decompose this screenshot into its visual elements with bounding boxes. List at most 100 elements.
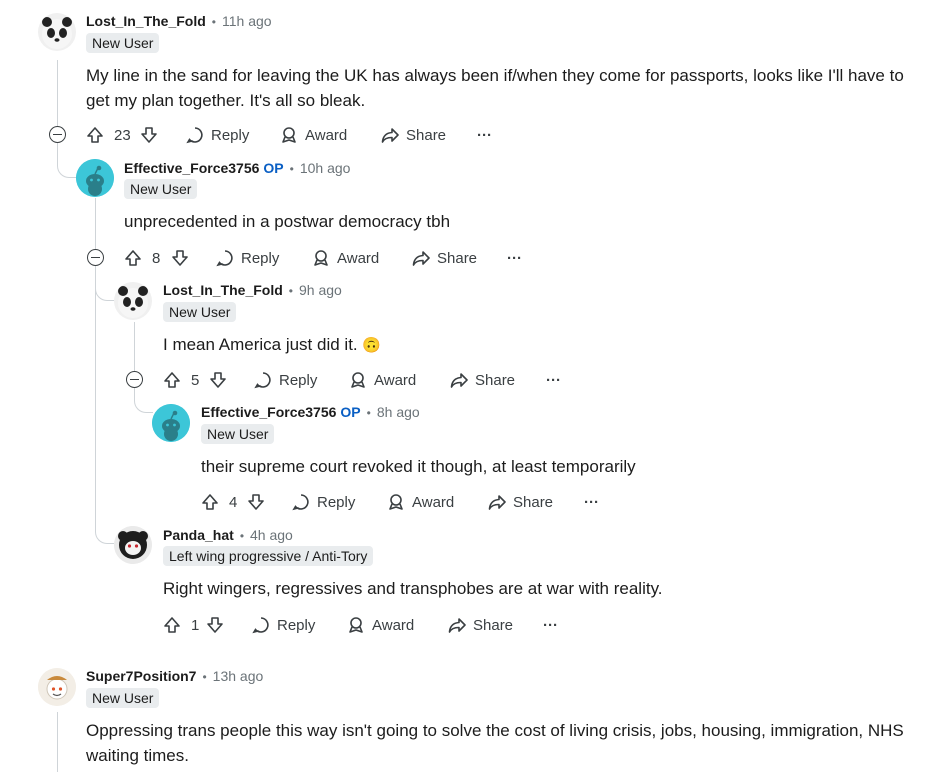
award-icon <box>349 617 363 633</box>
collapse-icon[interactable] <box>87 249 104 266</box>
more-button[interactable]: ··· <box>507 246 522 270</box>
share-button[interactable]: Share <box>412 246 477 270</box>
more-button[interactable]: ··· <box>477 123 492 147</box>
user-flair: New User <box>163 302 237 322</box>
comment-line: waiting times. <box>86 745 189 765</box>
username[interactable]: Effective_Force3756 <box>201 404 336 420</box>
timestamp[interactable]: 10h ago <box>300 160 351 176</box>
award-button[interactable]: Award <box>280 123 347 147</box>
downvote-icon <box>207 617 223 633</box>
thread-elbow <box>95 500 114 544</box>
avatar[interactable] <box>114 526 152 564</box>
more-icon: ··· <box>546 371 561 389</box>
reply-icon <box>254 372 271 389</box>
award-icon <box>282 127 296 143</box>
username[interactable]: Lost_In_The_Fold <box>163 282 283 298</box>
award-button[interactable]: Award <box>312 246 379 270</box>
downvote-button[interactable] <box>206 613 224 637</box>
collapse-icon[interactable] <box>49 126 66 143</box>
timestamp[interactable]: 9h ago <box>299 282 342 298</box>
share-button[interactable]: Share <box>488 490 553 514</box>
comment-actions: 5 Reply Award Share ··· <box>163 368 583 392</box>
comment-header: Panda_hat • 4h ago <box>163 526 293 545</box>
reply-icon <box>186 127 203 144</box>
share-button[interactable]: Share <box>448 613 513 637</box>
op-badge: OP <box>340 404 361 420</box>
reply-button[interactable]: Reply <box>254 368 317 392</box>
comment-line: I mean America just did it. <box>163 335 358 354</box>
more-button[interactable]: ··· <box>584 490 599 514</box>
panda-avatar-icon <box>42 17 72 49</box>
separator-dot: • <box>366 406 371 420</box>
timestamp[interactable]: 4h ago <box>250 527 293 543</box>
more-button[interactable]: ··· <box>546 368 561 392</box>
separator-dot: • <box>211 15 216 29</box>
share-icon <box>450 373 468 388</box>
separator-dot: • <box>289 162 294 176</box>
comment-actions: 23 Reply Award Share ··· <box>86 123 526 147</box>
username[interactable]: Panda_hat <box>163 527 234 543</box>
downvote-button[interactable] <box>247 490 265 514</box>
downvote-button[interactable] <box>209 368 227 392</box>
award-button[interactable]: Award <box>349 368 416 392</box>
upvote-icon <box>125 250 141 266</box>
timestamp[interactable]: 8h ago <box>377 404 420 420</box>
timestamp[interactable]: 11h ago <box>222 13 272 29</box>
downvote-icon <box>172 250 188 266</box>
reply-button[interactable]: Reply <box>292 490 355 514</box>
separator-dot: • <box>239 529 245 543</box>
thread-line <box>95 268 96 528</box>
comment-body: their supreme court revoked it though, a… <box>201 455 636 480</box>
downvote-button[interactable] <box>171 246 189 270</box>
upvote-button[interactable] <box>163 368 181 392</box>
vote-count: 23 <box>114 126 131 144</box>
award-button[interactable]: Award <box>387 490 454 514</box>
upvote-button[interactable] <box>124 246 142 270</box>
upvote-button[interactable] <box>86 123 104 147</box>
username[interactable]: Effective_Force3756 <box>124 160 259 176</box>
separator-dot: • <box>202 670 207 684</box>
separator-dot: • <box>288 284 293 298</box>
comment-line: their supreme court revoked it though, a… <box>201 457 636 476</box>
downvote-button[interactable] <box>140 123 158 147</box>
more-icon: ··· <box>507 249 522 267</box>
thread-line <box>57 712 58 772</box>
share-icon <box>488 495 506 510</box>
user-flair: Left wing progressive / Anti-Tory <box>163 546 374 566</box>
downvote-icon <box>210 372 226 388</box>
upvote-button[interactable] <box>163 613 181 637</box>
share-button[interactable]: Share <box>450 368 515 392</box>
snoo-avatar-icon <box>38 668 76 706</box>
reply-button[interactable]: Reply <box>186 123 249 147</box>
reply-button[interactable]: Reply <box>216 246 279 270</box>
reply-button[interactable]: Reply <box>252 613 315 637</box>
more-icon: ··· <box>543 616 558 634</box>
timestamp[interactable]: 13h ago <box>213 668 264 684</box>
avatar[interactable] <box>38 13 76 51</box>
upvote-button[interactable] <box>201 490 219 514</box>
comment-header: Super7Position7 • 13h ago <box>86 667 263 686</box>
avatar[interactable] <box>76 159 114 197</box>
avatar[interactable] <box>38 668 76 706</box>
username[interactable]: Super7Position7 <box>86 668 196 684</box>
award-icon <box>314 250 328 266</box>
comment-line: Oppressing trans people this way isn't g… <box>86 721 904 740</box>
avatar[interactable] <box>114 282 152 320</box>
share-button[interactable]: Share <box>381 123 446 147</box>
user-flair: New User <box>86 33 160 53</box>
more-button[interactable]: ··· <box>543 613 558 637</box>
comment-actions: 4 Reply Award Share ··· <box>201 490 621 514</box>
comment-actions: 8 Reply Award Share ··· <box>124 246 544 270</box>
emoji: 🙃 <box>362 337 382 354</box>
thread-elbow <box>134 388 153 413</box>
username[interactable]: Lost_In_The_Fold <box>86 13 206 29</box>
comment-body: I mean America just did it. 🙃 <box>163 333 381 359</box>
upvote-icon <box>164 372 180 388</box>
panda-hat-avatar-icon <box>114 526 152 564</box>
award-button[interactable]: Award <box>347 613 414 637</box>
vote-count: 5 <box>191 371 200 389</box>
collapse-icon[interactable] <box>126 371 143 388</box>
reply-icon <box>292 494 309 511</box>
share-icon <box>381 128 399 143</box>
avatar[interactable] <box>152 404 190 442</box>
